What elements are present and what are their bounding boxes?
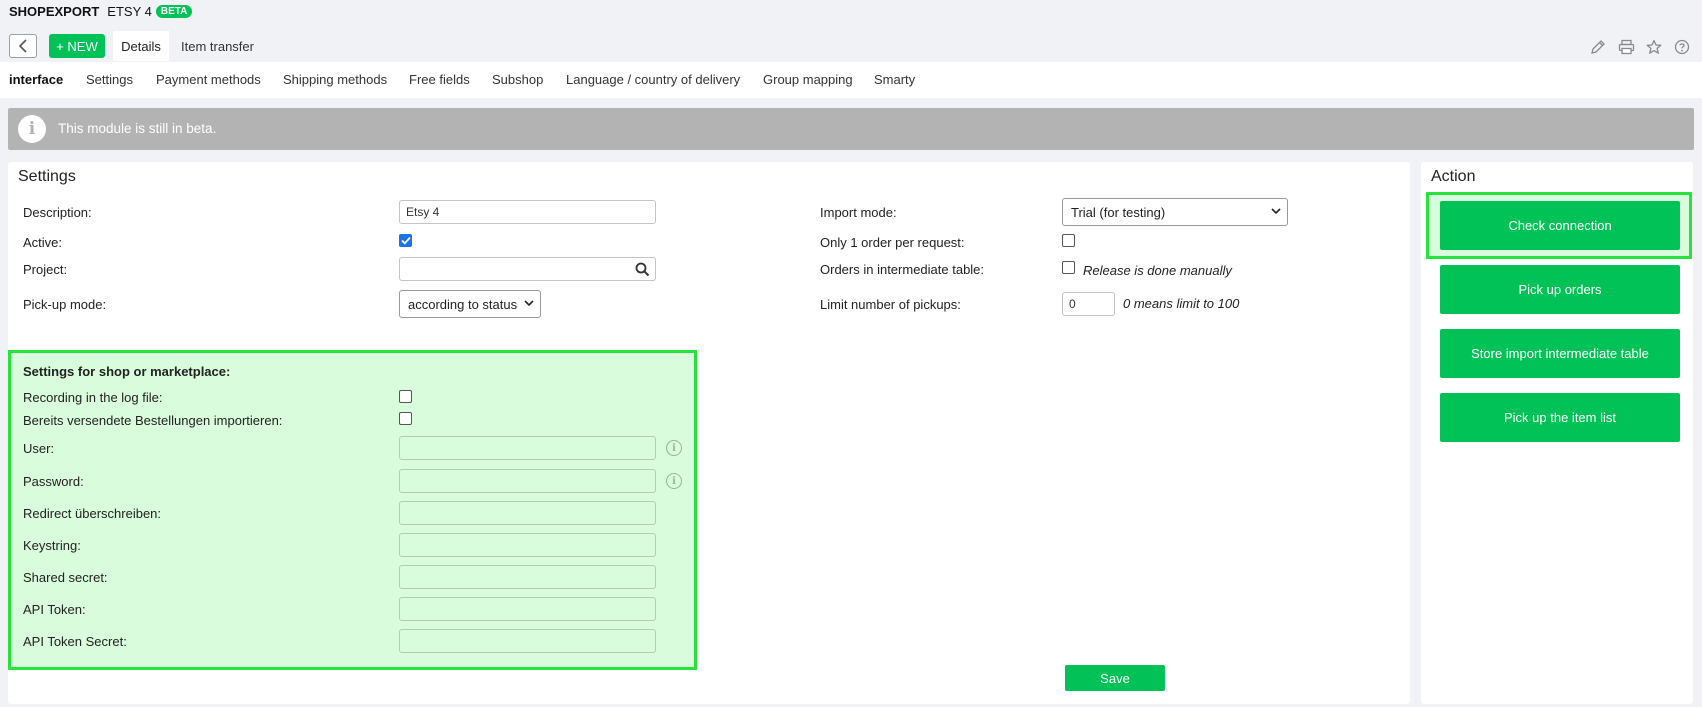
subnav-item-subshop[interactable]: Subshop	[492, 72, 543, 87]
one-order-label: Only 1 order per request:	[820, 235, 965, 250]
help-icon[interactable]	[1673, 38, 1691, 56]
beta-badge: BETA	[155, 5, 193, 18]
info-icon: i	[18, 115, 46, 143]
checkmark-icon	[400, 236, 411, 245]
settings-title: Settings	[18, 168, 76, 185]
new-button[interactable]: + NEW	[49, 34, 105, 58]
subnav-item-free-fields[interactable]: Free fields	[409, 72, 470, 87]
active-checkbox[interactable]	[399, 234, 412, 247]
api-token-secret-label: API Token Secret:	[23, 634, 127, 649]
back-button[interactable]	[9, 34, 37, 58]
info-icon[interactable]: i	[666, 440, 682, 456]
project-input[interactable]	[399, 257, 656, 281]
subnav-item-shipping-methods[interactable]: Shipping methods	[283, 72, 387, 87]
limit-input[interactable]	[1062, 292, 1115, 316]
star-icon[interactable]	[1645, 38, 1663, 56]
limit-label: Limit number of pickups:	[820, 297, 961, 312]
shop-settings-heading: Settings for shop or marketplace:	[23, 364, 231, 379]
shared-secret-label: Shared secret:	[23, 570, 108, 585]
module-name: ETSY 4	[107, 4, 152, 19]
api-token-label: API Token:	[23, 602, 86, 617]
redirect-input[interactable]	[399, 501, 656, 525]
keystring-label: Keystring:	[23, 538, 81, 553]
active-label: Active:	[23, 235, 63, 250]
search-icon[interactable]	[635, 262, 650, 280]
subnav-item-settings[interactable]: Settings	[86, 72, 133, 87]
subnav-item-interface[interactable]: interface	[9, 72, 63, 87]
subnav-item-group-mapping[interactable]: Group mapping	[763, 72, 853, 87]
pickup-mode-select[interactable]: according to status	[399, 290, 541, 318]
chevron-left-icon	[18, 39, 27, 53]
import-mode-select[interactable]: Trial (for testing)	[1062, 198, 1288, 226]
banner-text: This module is still in beta.	[58, 121, 217, 136]
app-title: SHOPEXPORT ETSY 4 BETA	[9, 4, 193, 19]
pickup-mode-value: according to status	[408, 296, 518, 312]
keystring-input[interactable]	[399, 533, 656, 557]
shipped-orders-label: Bereits versendete Bestellungen importie…	[23, 413, 283, 428]
tab-details[interactable]: Details	[113, 31, 169, 61]
pick-up-orders-button[interactable]: Pick up orders	[1440, 265, 1680, 314]
redirect-label: Redirect überschreiben:	[23, 506, 162, 521]
chevron-down-icon	[1271, 207, 1281, 218]
intermediate-checkbox[interactable]	[1062, 261, 1075, 274]
pencil-icon[interactable]	[1589, 38, 1607, 56]
subnav-item-language-country[interactable]: Language / country of delivery	[566, 72, 740, 87]
one-order-checkbox[interactable]	[1062, 234, 1075, 247]
shared-secret-input[interactable]	[399, 565, 656, 589]
subnav-item-payment-methods[interactable]: Payment methods	[156, 72, 261, 87]
log-file-label: Recording in the log file:	[23, 390, 163, 405]
description-input[interactable]	[399, 200, 656, 224]
intermediate-label: Orders in intermediate table:	[820, 262, 985, 277]
api-token-input[interactable]	[399, 597, 656, 621]
app-name: SHOPEXPORT	[9, 4, 100, 19]
tab-item-transfer[interactable]: Item transfer	[181, 31, 254, 61]
check-connection-button[interactable]: Check connection	[1440, 201, 1680, 250]
project-label: Project:	[23, 262, 68, 277]
subnav-item-smarty[interactable]: Smarty	[874, 72, 915, 87]
password-input[interactable]	[399, 469, 656, 493]
store-import-intermediate-button[interactable]: Store import intermediate table	[1440, 329, 1680, 378]
print-icon[interactable]	[1617, 38, 1635, 56]
api-token-secret-input[interactable]	[399, 629, 656, 653]
info-banner: i This module is still in beta.	[8, 108, 1694, 150]
description-label: Description:	[23, 205, 92, 220]
action-title: Action	[1431, 168, 1476, 185]
user-input[interactable]	[399, 436, 656, 460]
shipped-orders-checkbox[interactable]	[399, 412, 412, 425]
pickup-mode-label: Pick-up mode:	[23, 297, 107, 312]
chevron-down-icon	[524, 299, 534, 310]
pick-up-item-list-button[interactable]: Pick up the item list	[1440, 393, 1680, 442]
intermediate-hint: Release is done manually	[1083, 263, 1232, 278]
info-icon[interactable]: i	[666, 473, 682, 489]
log-file-checkbox[interactable]	[399, 390, 412, 403]
save-button[interactable]: Save	[1065, 665, 1165, 691]
password-label: Password:	[23, 474, 84, 489]
import-mode-value: Trial (for testing)	[1071, 204, 1166, 220]
import-mode-label: Import mode:	[820, 205, 897, 220]
limit-hint: 0 means limit to 100	[1123, 296, 1240, 311]
user-label: User:	[23, 441, 55, 456]
subnav: interface Settings Payment methods Shipp…	[0, 62, 1702, 98]
